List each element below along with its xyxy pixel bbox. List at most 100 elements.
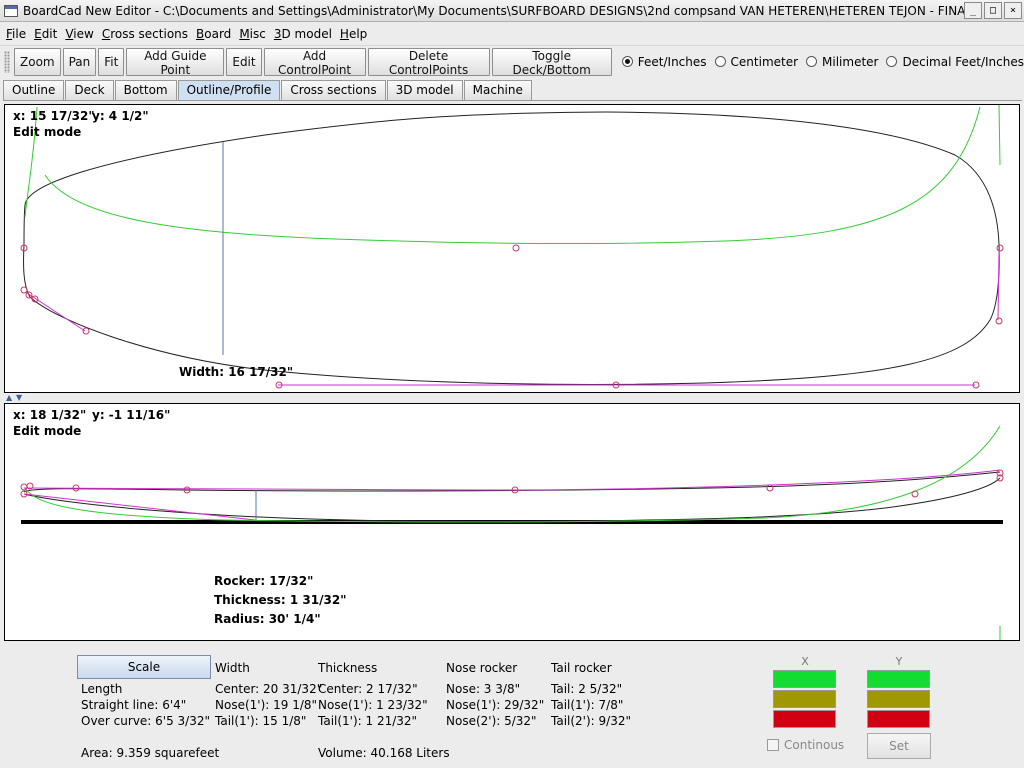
profile-drawing[interactable] <box>5 404 1020 641</box>
outline-view-canvas[interactable]: x: 15 17/32" y: 4 1/2" Edit mode Width: … <box>4 104 1020 393</box>
width-tail: Tail(1'): 15 1/8" <box>215 714 307 728</box>
control-point[interactable] <box>766 484 774 492</box>
delete-control-points-button[interactable]: Delete ControlPoints <box>367 47 490 77</box>
thickness-nose: Nose(1'): 1 23/32" <box>318 698 428 712</box>
menu-misc[interactable]: Misc <box>237 27 272 41</box>
continous-label: Continous <box>784 738 845 752</box>
tail-rocker-2ft: Tail(2'): 9/32" <box>551 714 631 728</box>
minimize-icon[interactable]: _ <box>964 2 982 19</box>
unit-decimal-feet-inches-radio[interactable]: Decimal Feet/Inches <box>886 55 1024 69</box>
app-window-icon <box>4 4 18 17</box>
radio-unselected-icon[interactable] <box>806 56 818 67</box>
title-bar: BoardCad New Editor - C:\Documents and S… <box>0 0 1024 22</box>
add-control-point-button[interactable]: Add ControlPoint <box>263 47 366 77</box>
y-indicator-green <box>867 670 930 688</box>
outline-guide-curve <box>44 106 981 245</box>
profile-bottom-curve[interactable] <box>23 477 1001 522</box>
menu-file[interactable]: File <box>4 27 32 41</box>
edit-button[interactable]: Edit <box>226 47 262 76</box>
view-tabs: Outline Deck Bottom Outline/Profile Cros… <box>3 80 533 100</box>
unit-feet-inches-radio[interactable]: Feet/Inches <box>621 55 707 69</box>
radio-unselected-icon[interactable] <box>886 56 898 67</box>
fit-button[interactable]: Fit <box>98 47 125 76</box>
tab-cross-sections[interactable]: Cross sections <box>281 80 386 100</box>
control-point[interactable] <box>20 286 28 294</box>
control-point[interactable] <box>512 244 520 252</box>
radio-unselected-icon[interactable] <box>714 56 726 67</box>
control-point[interactable] <box>20 483 28 491</box>
width-header: Width <box>215 661 250 675</box>
splitter-down-icon[interactable]: ▼ <box>16 393 22 402</box>
tab-3d-model[interactable]: 3D model <box>386 80 463 100</box>
set-button[interactable]: Set <box>867 733 931 759</box>
unit-label: Decimal Feet/Inches <box>902 54 1024 69</box>
tab-outline[interactable]: Outline <box>3 80 65 100</box>
tail-rocker-header: Tail rocker <box>551 661 612 675</box>
outline-y-coordinate: y: 4 1/2" <box>92 109 149 123</box>
splitter-up-icon[interactable]: ▲ <box>6 393 12 402</box>
toolbar: Zoom Pan Fit Add Guide Point Edit Add Co… <box>0 45 1024 77</box>
outline-mode-label: Edit mode <box>13 125 82 139</box>
length-over-curve: Over curve: 6'5 3/32" <box>81 714 211 728</box>
outline-guide-curve <box>24 106 38 218</box>
length-straight-line: Straight line: 6'4" <box>81 698 187 712</box>
toolbar-grip-icon[interactable] <box>4 51 10 73</box>
thickness-header: Thickness <box>318 661 378 675</box>
board-info-panel: Scale Length Straight line: 6'4" Over cu… <box>0 648 1024 768</box>
menu-help[interactable]: Help <box>338 27 373 41</box>
unit-centimeter-radio[interactable]: Centimeter <box>714 55 798 69</box>
width-info: Width Center: 20 31/32" Nose(1'): 19 1/8… <box>215 660 322 729</box>
length-info: Length Straight line: 6'4" Over curve: 6… <box>81 681 210 729</box>
unit-milimeter-radio[interactable]: Milimeter <box>806 55 878 69</box>
width-nose: Nose(1'): 19 1/8" <box>215 698 318 712</box>
y-indicator-olive <box>867 690 930 708</box>
menu-view[interactable]: View <box>63 27 99 41</box>
nose-rocker-1ft: Nose(1'): 29/32" <box>446 698 545 712</box>
nose-rocker-nose: Nose: 3 3/8" <box>446 682 521 696</box>
tab-outline-profile[interactable]: Outline/Profile <box>177 80 281 100</box>
outline-drawing[interactable] <box>5 105 1020 393</box>
unit-label: Milimeter <box>822 54 879 69</box>
profile-x-coordinate: x: 18 1/32" <box>13 408 87 422</box>
profile-guide-curve <box>24 425 1001 523</box>
profile-mode-label: Edit mode <box>13 424 82 438</box>
outline-width-readout: Width: 16 17/32" <box>179 365 294 379</box>
pan-button[interactable]: Pan <box>62 47 97 76</box>
maximize-icon[interactable]: □ <box>984 2 1002 19</box>
zoom-button[interactable]: Zoom <box>14 47 61 76</box>
add-guide-point-button[interactable]: Add Guide Point <box>126 47 225 77</box>
profile-view-canvas[interactable]: x: 18 1/32" y: -1 11/16" Edit mode Rocke… <box>4 403 1020 641</box>
volume-readout: Volume: 40.168 Liters <box>318 746 450 760</box>
control-point[interactable] <box>995 317 1003 325</box>
menu-3d-model[interactable]: 3D model <box>272 27 338 41</box>
menu-cross-sections[interactable]: Cross sections <box>100 27 194 41</box>
control-point[interactable] <box>911 490 919 498</box>
profile-thickness-readout: Thickness: 1 31/32" <box>214 593 347 607</box>
x-indicator-label: X <box>801 655 809 668</box>
close-icon[interactable]: × <box>1004 2 1022 19</box>
tab-bottom[interactable]: Bottom <box>114 80 177 100</box>
x-indicator-olive <box>773 690 836 708</box>
y-indicator-column: Y <box>867 656 931 728</box>
nose-rocker-info: Nose rocker Nose: 3 3/8" Nose(1'): 29/32… <box>446 660 544 729</box>
control-point[interactable] <box>82 327 90 335</box>
menu-edit[interactable]: Edit <box>32 27 63 41</box>
tail-rocker-info: Tail rocker Tail: 2 5/32" Tail(1'): 7/8"… <box>551 660 631 729</box>
area-readout: Area: 9.359 squarefeet <box>81 746 220 760</box>
profile-radius-readout: Radius: 30' 1/4" <box>214 612 321 626</box>
menu-board[interactable]: Board <box>194 27 237 41</box>
control-point[interactable] <box>996 244 1004 252</box>
scale-button[interactable]: Scale <box>77 655 211 679</box>
view-splitter[interactable]: ▲ ▼ <box>4 393 1020 403</box>
tab-deck[interactable]: Deck <box>65 80 114 100</box>
continous-checkbox[interactable]: Continous <box>767 738 844 752</box>
board-outline-curve[interactable] <box>23 111 1000 385</box>
radio-selected-icon[interactable] <box>621 56 633 67</box>
outline-guide-curve <box>998 105 1001 166</box>
menu-bar: File Edit View Cross sections Board Misc… <box>0 23 1024 44</box>
checkbox-unchecked-icon[interactable] <box>767 739 779 751</box>
tab-machine[interactable]: Machine <box>463 80 532 100</box>
toggle-deck-bottom-button[interactable]: Toggle Deck/Bottom <box>491 47 612 77</box>
tangent-line <box>26 292 86 332</box>
tab-divider <box>3 100 1022 101</box>
